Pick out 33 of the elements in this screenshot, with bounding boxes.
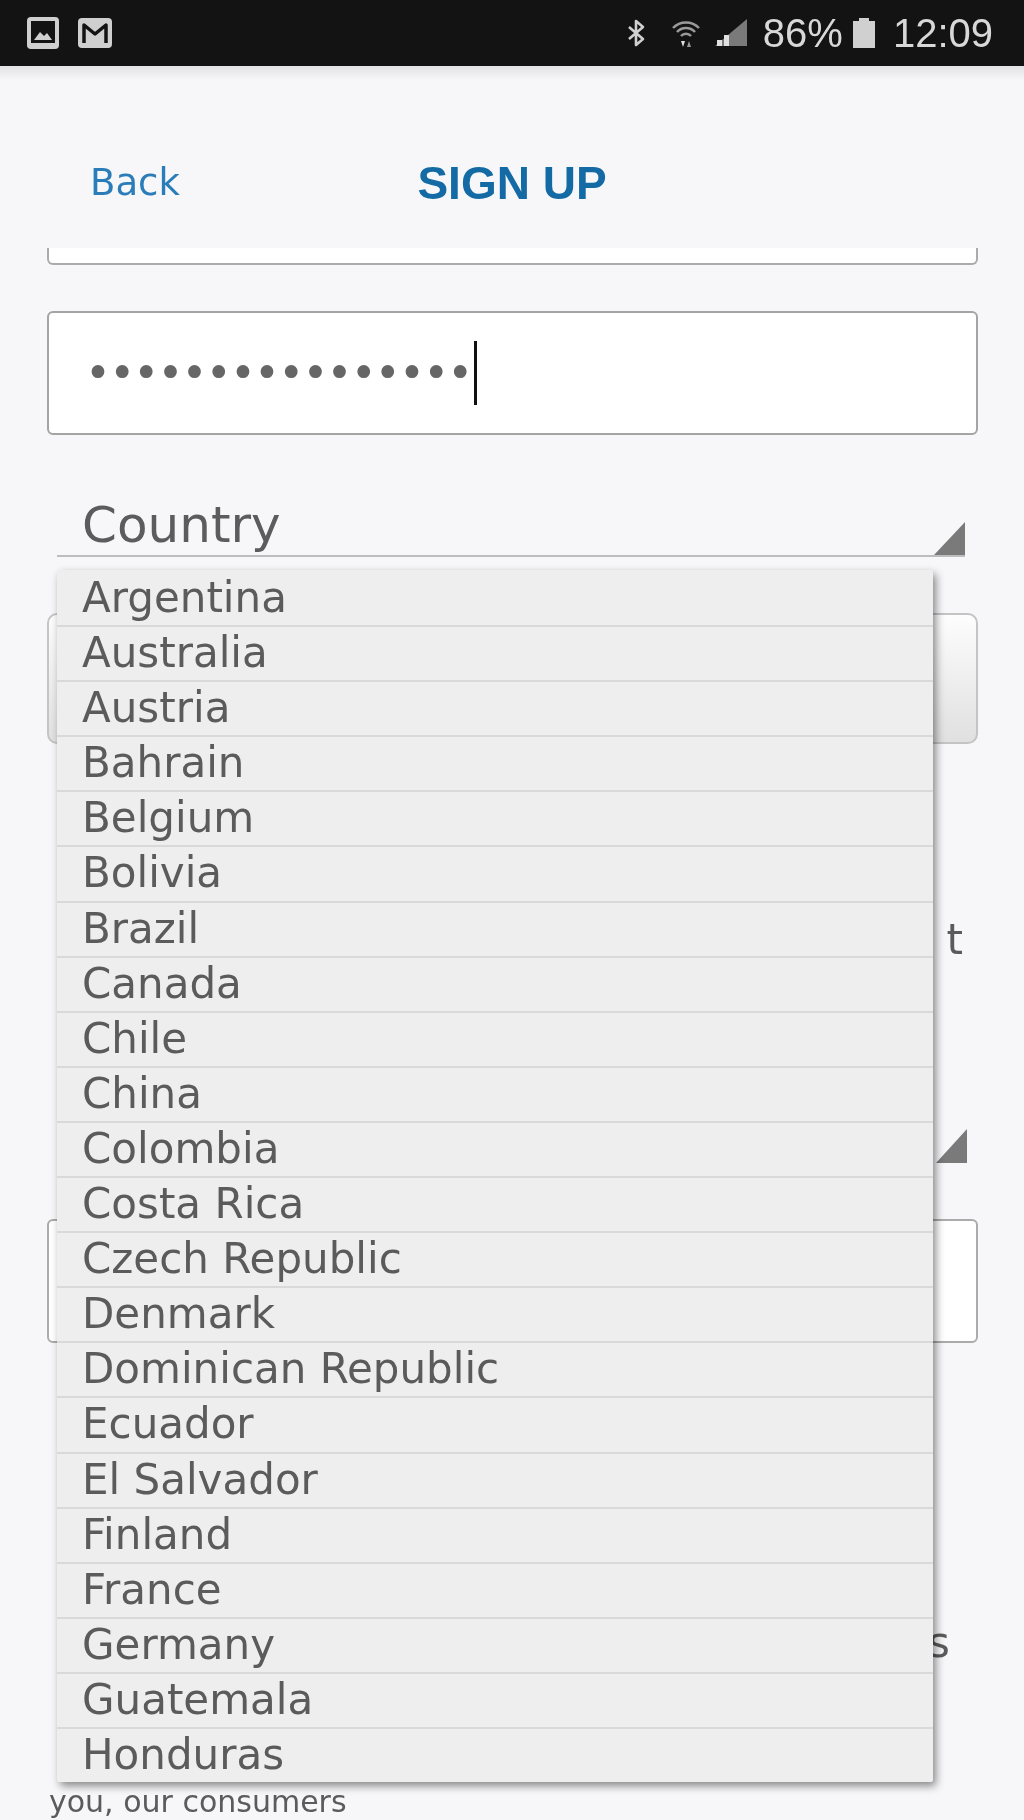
dropdown-option[interactable]: Brazil [57,900,933,956]
wifi-icon [670,18,701,48]
dropdown-option[interactable]: China [57,1065,933,1121]
dropdown-option[interactable]: Belgium [57,790,933,846]
input-field[interactable] [47,248,978,265]
mail-icon [78,18,112,48]
dropdown-option[interactable]: Finland [57,1506,933,1562]
battery-percent: 86% [762,11,843,55]
clock-time: 12:09 [892,11,993,55]
battery-icon [852,18,875,48]
back-link[interactable]: Back [90,161,180,205]
paragraph-text: you, our consumers [48,1784,348,1819]
dropdown-option[interactable]: Argentina [57,570,933,626]
dropdown-option[interactable]: France [57,1561,933,1617]
country-select[interactable]: Country [57,495,965,557]
paragraph-text: t [946,917,963,963]
dropdown-arrow-icon [934,522,965,555]
dropdown-option[interactable]: Ecuador [57,1396,933,1452]
page-title: SIGN UP [417,158,607,208]
dropdown-option[interactable]: Chile [57,1010,933,1066]
dropdown-option[interactable]: Germany [57,1616,933,1672]
dropdown-option[interactable]: Dominican Republic [57,1341,933,1397]
dropdown-option[interactable]: Bolivia [57,845,933,901]
image-icon [27,17,59,49]
dropdown-option[interactable]: Bahrain [57,735,933,791]
password-field[interactable]: •••••••••••••••• [47,311,978,435]
dropdown-arrow-icon [936,1129,967,1163]
dropdown-option[interactable]: El Salvador [57,1451,933,1507]
dropdown-option[interactable]: Canada [57,955,933,1011]
dropdown-option[interactable]: Colombia [57,1120,933,1177]
dropdown-option[interactable]: Honduras [57,1726,933,1783]
dropdown-option[interactable]: Guatemala [57,1671,933,1727]
dropdown-option[interactable]: Costa Rica [57,1176,933,1232]
